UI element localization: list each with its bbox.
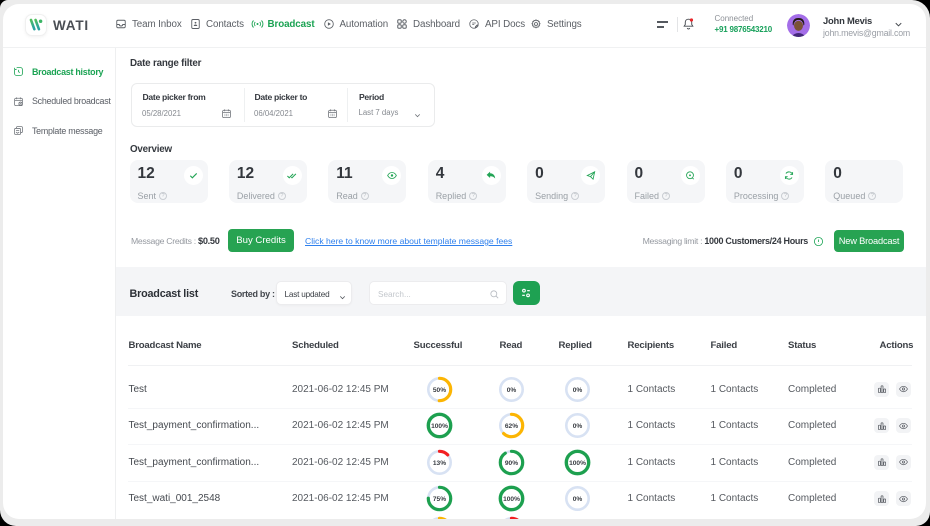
svg-text:0%: 0% [572, 387, 582, 394]
svg-text:75%: 75% [432, 496, 445, 503]
svg-text:90%: 90% [504, 460, 517, 467]
svg-text:50%: 50% [432, 387, 445, 394]
svg-text:62%: 62% [504, 423, 517, 430]
svg-text:13%: 13% [432, 460, 445, 467]
svg-text:0%: 0% [506, 387, 516, 394]
svg-text:100%: 100% [431, 423, 448, 430]
svg-text:0%: 0% [572, 423, 582, 430]
svg-text:100%: 100% [569, 460, 586, 467]
svg-text:100%: 100% [503, 496, 520, 503]
svg-text:0%: 0% [572, 496, 582, 503]
